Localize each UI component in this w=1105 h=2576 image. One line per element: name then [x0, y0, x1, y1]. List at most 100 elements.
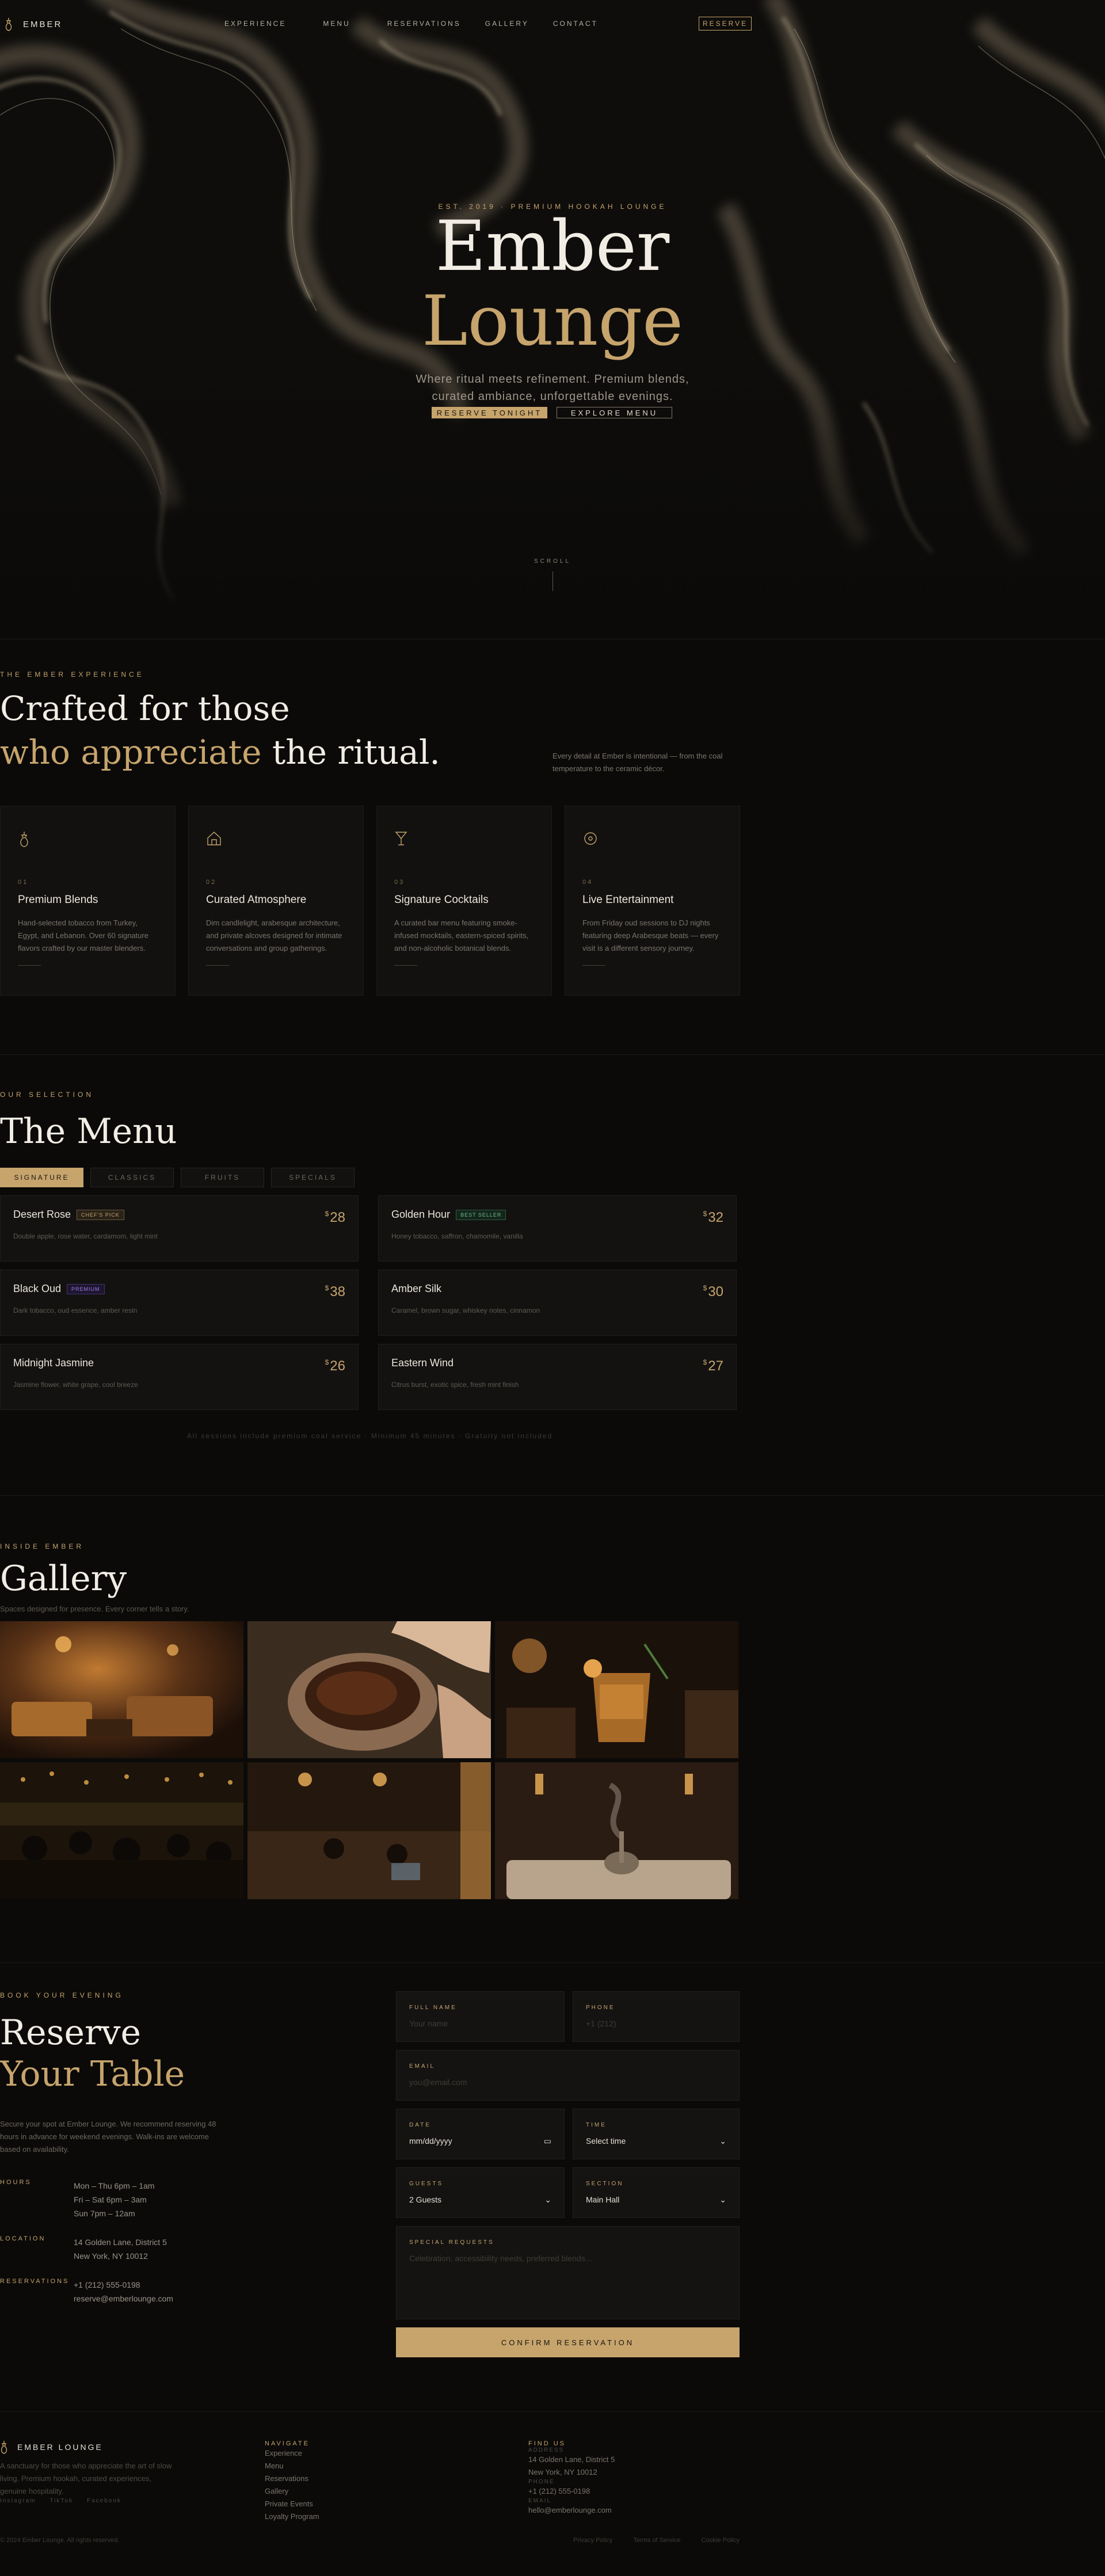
nav-link-reservations[interactable]: RESERVATIONS: [387, 20, 461, 28]
time-field[interactable]: TIME Select time ⌄: [573, 2109, 740, 2159]
scroll-indicator[interactable]: SCROLL: [0, 558, 1105, 591]
gallery-grid: [0, 1621, 740, 1899]
guests-select[interactable]: 2 Guests ⌄: [409, 2195, 551, 2205]
tab-fruits[interactable]: FRUITS: [181, 1168, 264, 1187]
gallery-photo-booths[interactable]: [247, 1762, 491, 1899]
hookah-logo-icon: [5, 18, 12, 31]
menu-item-price-value: 30: [708, 1284, 723, 1300]
explore-menu-button[interactable]: EXPLORE MENU: [557, 407, 672, 418]
footer-link-menu[interactable]: Menu: [265, 2460, 319, 2472]
experience-label: THE EMBER EXPERIENCE: [0, 670, 144, 679]
scroll-line: [552, 571, 553, 591]
footer-address-line: New York, NY 10012: [528, 2468, 597, 2476]
footer-link-loyalty[interactable]: Loyalty Program: [265, 2510, 319, 2523]
nav-link-menu[interactable]: MENU: [323, 20, 350, 28]
social-link-facebook[interactable]: Facebook: [87, 2498, 121, 2504]
cocktail-icon: [394, 830, 534, 853]
social-link-tiktok[interactable]: TikTok: [49, 2498, 73, 2504]
reserve-tonight-button[interactable]: RESERVE TONIGHT: [432, 407, 547, 418]
menu-item[interactable]: Black Oud PREMIUM Dark tobacco, oud essen…: [0, 1270, 359, 1336]
tab-classics[interactable]: CLASSICS: [90, 1168, 174, 1187]
phone-field[interactable]: PHONE +1 (212): [573, 1991, 740, 2042]
card-dash: [18, 965, 41, 966]
footer-phone[interactable]: +1 (212) 555-0198: [528, 2485, 615, 2498]
section-select[interactable]: Main Hall ⌄: [586, 2195, 726, 2205]
gallery-photo-cocktail[interactable]: [495, 1621, 738, 1758]
card-text: A curated bar menu featuring smoke-infus…: [394, 919, 529, 952]
menu-item[interactable]: Golden Hour BEST SELLER Honey tobacco, sa…: [378, 1195, 737, 1262]
card-text: From Friday oud sessions to DJ nights fe…: [582, 919, 719, 952]
gallery-photo-tobacco[interactable]: [247, 1621, 491, 1758]
footer-link-reservations[interactable]: Reservations: [265, 2472, 319, 2485]
special-requests-field[interactable]: SPECIAL REQUESTS Celebration, accessibil…: [396, 2226, 740, 2319]
email-label: EMAIL: [409, 2063, 436, 2070]
footer-link-experience[interactable]: Experience: [265, 2447, 319, 2460]
section-value: Main Hall: [586, 2195, 620, 2204]
location-value: 14 Golden Lane, District 5 New York, NY …: [74, 2235, 167, 2263]
menu-item[interactable]: Amber Silk Caramel, brown sugar, whiskey…: [378, 1270, 737, 1336]
full-name-field[interactable]: FULL NAME Your name: [396, 1991, 565, 2042]
menu-label: OUR SELECTION: [0, 1091, 94, 1099]
menu-item[interactable]: Desert Rose CHEF'S PICK Double apple, ros…: [0, 1195, 359, 1262]
calendar-icon[interactable]: ▭: [544, 2136, 551, 2146]
footer-link-gallery[interactable]: Gallery: [265, 2485, 319, 2498]
experience-note: Every detail at Ember is intentional — f…: [552, 752, 723, 773]
footer-brand[interactable]: EMBER LOUNGE: [0, 2440, 173, 2454]
special-requests-textarea[interactable]: Celebration, accessibility needs, prefer…: [409, 2254, 726, 2263]
tab-specials[interactable]: SPECIALS: [271, 1168, 355, 1187]
reservations-phone[interactable]: +1 (212) 555-0198: [74, 2278, 173, 2292]
menu-item-name: Midnight Jasmine: [13, 1357, 94, 1369]
gallery-photo-crowd[interactable]: [0, 1762, 243, 1899]
footer-bottom-bar: © 2024 Ember Lounge. All rights reserved…: [0, 2537, 740, 2544]
hero-title-line-1: Ember: [435, 207, 670, 287]
footer-brand-name: EMBER LOUNGE: [17, 2442, 103, 2452]
time-select[interactable]: Select time ⌄: [586, 2136, 726, 2146]
nav-link-experience[interactable]: EXPERIENCE: [224, 20, 286, 28]
tab-signature[interactable]: SIGNATURE: [0, 1168, 83, 1187]
guests-value: 2 Guests: [409, 2195, 442, 2204]
location-line: New York, NY 10012: [74, 2251, 148, 2261]
legal-link-cookies[interactable]: Cookie Policy: [701, 2537, 740, 2544]
full-name-label: FULL NAME: [409, 2005, 457, 2011]
menu-item-price: $32: [703, 1210, 723, 1226]
legal-link-privacy[interactable]: Privacy Policy: [573, 2537, 612, 2544]
footer-find-label: FIND US: [528, 2440, 566, 2447]
currency-symbol: $: [325, 1358, 329, 1366]
nav-brand[interactable]: EMBER: [5, 17, 62, 31]
date-field[interactable]: DATE mm/dd/yyyy ▭: [396, 2109, 565, 2159]
menu-item[interactable]: Midnight Jasmine Jasmine flower, white g…: [0, 1344, 359, 1410]
menu-footnote: All sessions include premium coal servic…: [186, 1432, 553, 1440]
menu-item-name: Golden Hour: [391, 1209, 451, 1220]
email-input[interactable]: you@email.com: [409, 2078, 726, 2087]
menu-item[interactable]: Eastern Wind Citrus burst, exotic spice,…: [378, 1344, 737, 1410]
nav-reserve-button[interactable]: RESERVE: [699, 17, 752, 31]
menu-item-desc: Honey tobacco, saffron, chamomile, vanil…: [391, 1232, 523, 1240]
footer-link-private-events[interactable]: Private Events: [265, 2498, 319, 2510]
card-title: Live Entertainment: [582, 894, 674, 906]
menu-item-price-value: 27: [708, 1358, 723, 1374]
footer-navigate-label: NAVIGATE: [265, 2440, 310, 2447]
confirm-reservation-button[interactable]: CONFIRM RESERVATION: [396, 2327, 740, 2357]
menu-item-name: Eastern Wind: [391, 1357, 454, 1369]
section-field[interactable]: SECTION Main Hall ⌄: [573, 2167, 740, 2218]
gallery-photo-lounge[interactable]: [0, 1621, 243, 1758]
nav-link-contact[interactable]: CONTACT: [553, 20, 598, 28]
phone-input[interactable]: +1 (212): [586, 2019, 726, 2028]
gallery-photo-hookah[interactable]: [495, 1762, 738, 1899]
reserve-intro: Secure your spot at Ember Lounge. We rec…: [0, 2120, 216, 2154]
social-link-instagram[interactable]: Instagram: [0, 2498, 36, 2504]
date-input[interactable]: mm/dd/yyyy ▭: [409, 2136, 551, 2146]
gallery-heading: Gallery: [0, 1558, 127, 1599]
reservations-value: +1 (212) 555-0198 reserve@emberlounge.co…: [74, 2278, 173, 2306]
full-name-input[interactable]: Your name: [409, 2019, 551, 2028]
guests-field[interactable]: GUESTS 2 Guests ⌄: [396, 2167, 565, 2218]
menu-section: OUR SELECTION The Menu SIGNATURE CLASSIC…: [0, 1091, 740, 1440]
reservations-email[interactable]: reserve@emberlounge.com: [74, 2292, 173, 2306]
email-field[interactable]: EMAIL you@email.com: [396, 2050, 740, 2101]
menu-item-badge: CHEF'S PICK: [77, 1209, 124, 1220]
footer-email[interactable]: hello@emberlounge.com: [528, 2504, 615, 2517]
legal-link-terms[interactable]: Terms of Service: [633, 2537, 680, 2544]
section-label: SECTION: [586, 2181, 624, 2187]
nav-link-gallery[interactable]: GALLERY: [485, 20, 529, 28]
currency-symbol: $: [325, 1210, 329, 1218]
